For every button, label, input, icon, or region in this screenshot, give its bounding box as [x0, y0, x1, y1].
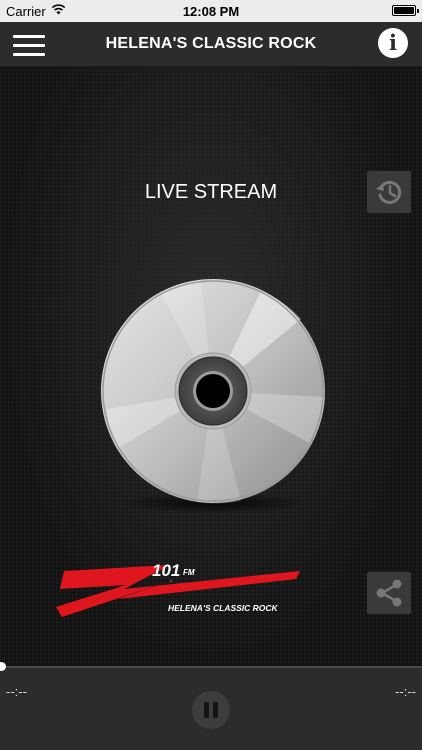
cd-disc-artwork [101, 279, 325, 513]
info-icon[interactable]: i [378, 28, 408, 58]
page-title: HELENA'S CLASSIC ROCK [105, 35, 317, 52]
station-logo: 101 FM HELENA'S CLASSIC ROCK [56, 561, 300, 617]
remaining-time: --:-- [395, 684, 416, 699]
pause-icon [204, 702, 209, 718]
elapsed-time: --:-- [6, 684, 27, 699]
status-time: 12:08 PM [182, 4, 240, 19]
progress-slider[interactable] [0, 662, 422, 671]
history-button[interactable] [367, 171, 411, 213]
share-button[interactable] [367, 572, 411, 614]
battery-icon [392, 5, 419, 16]
pause-button[interactable] [192, 691, 230, 729]
history-icon [376, 180, 402, 204]
logo-band: FM [183, 568, 195, 577]
main-content: LIVE STREAM 101 FM HELENA'S CLASSIC ROCK [0, 67, 422, 667]
logo-tagline: HELENA'S CLASSIC ROCK [168, 603, 279, 613]
stream-label: LIVE STREAM [144, 181, 278, 203]
share-icon [376, 579, 402, 607]
logo-frequency: 101 [152, 561, 180, 580]
status-bar: Carrier 12:08 PM [0, 0, 422, 22]
navigation-bar: HELENA'S CLASSIC ROCK i [0, 22, 422, 67]
player-bar: --:-- --:-- [0, 662, 422, 750]
progress-knob[interactable] [0, 662, 6, 671]
